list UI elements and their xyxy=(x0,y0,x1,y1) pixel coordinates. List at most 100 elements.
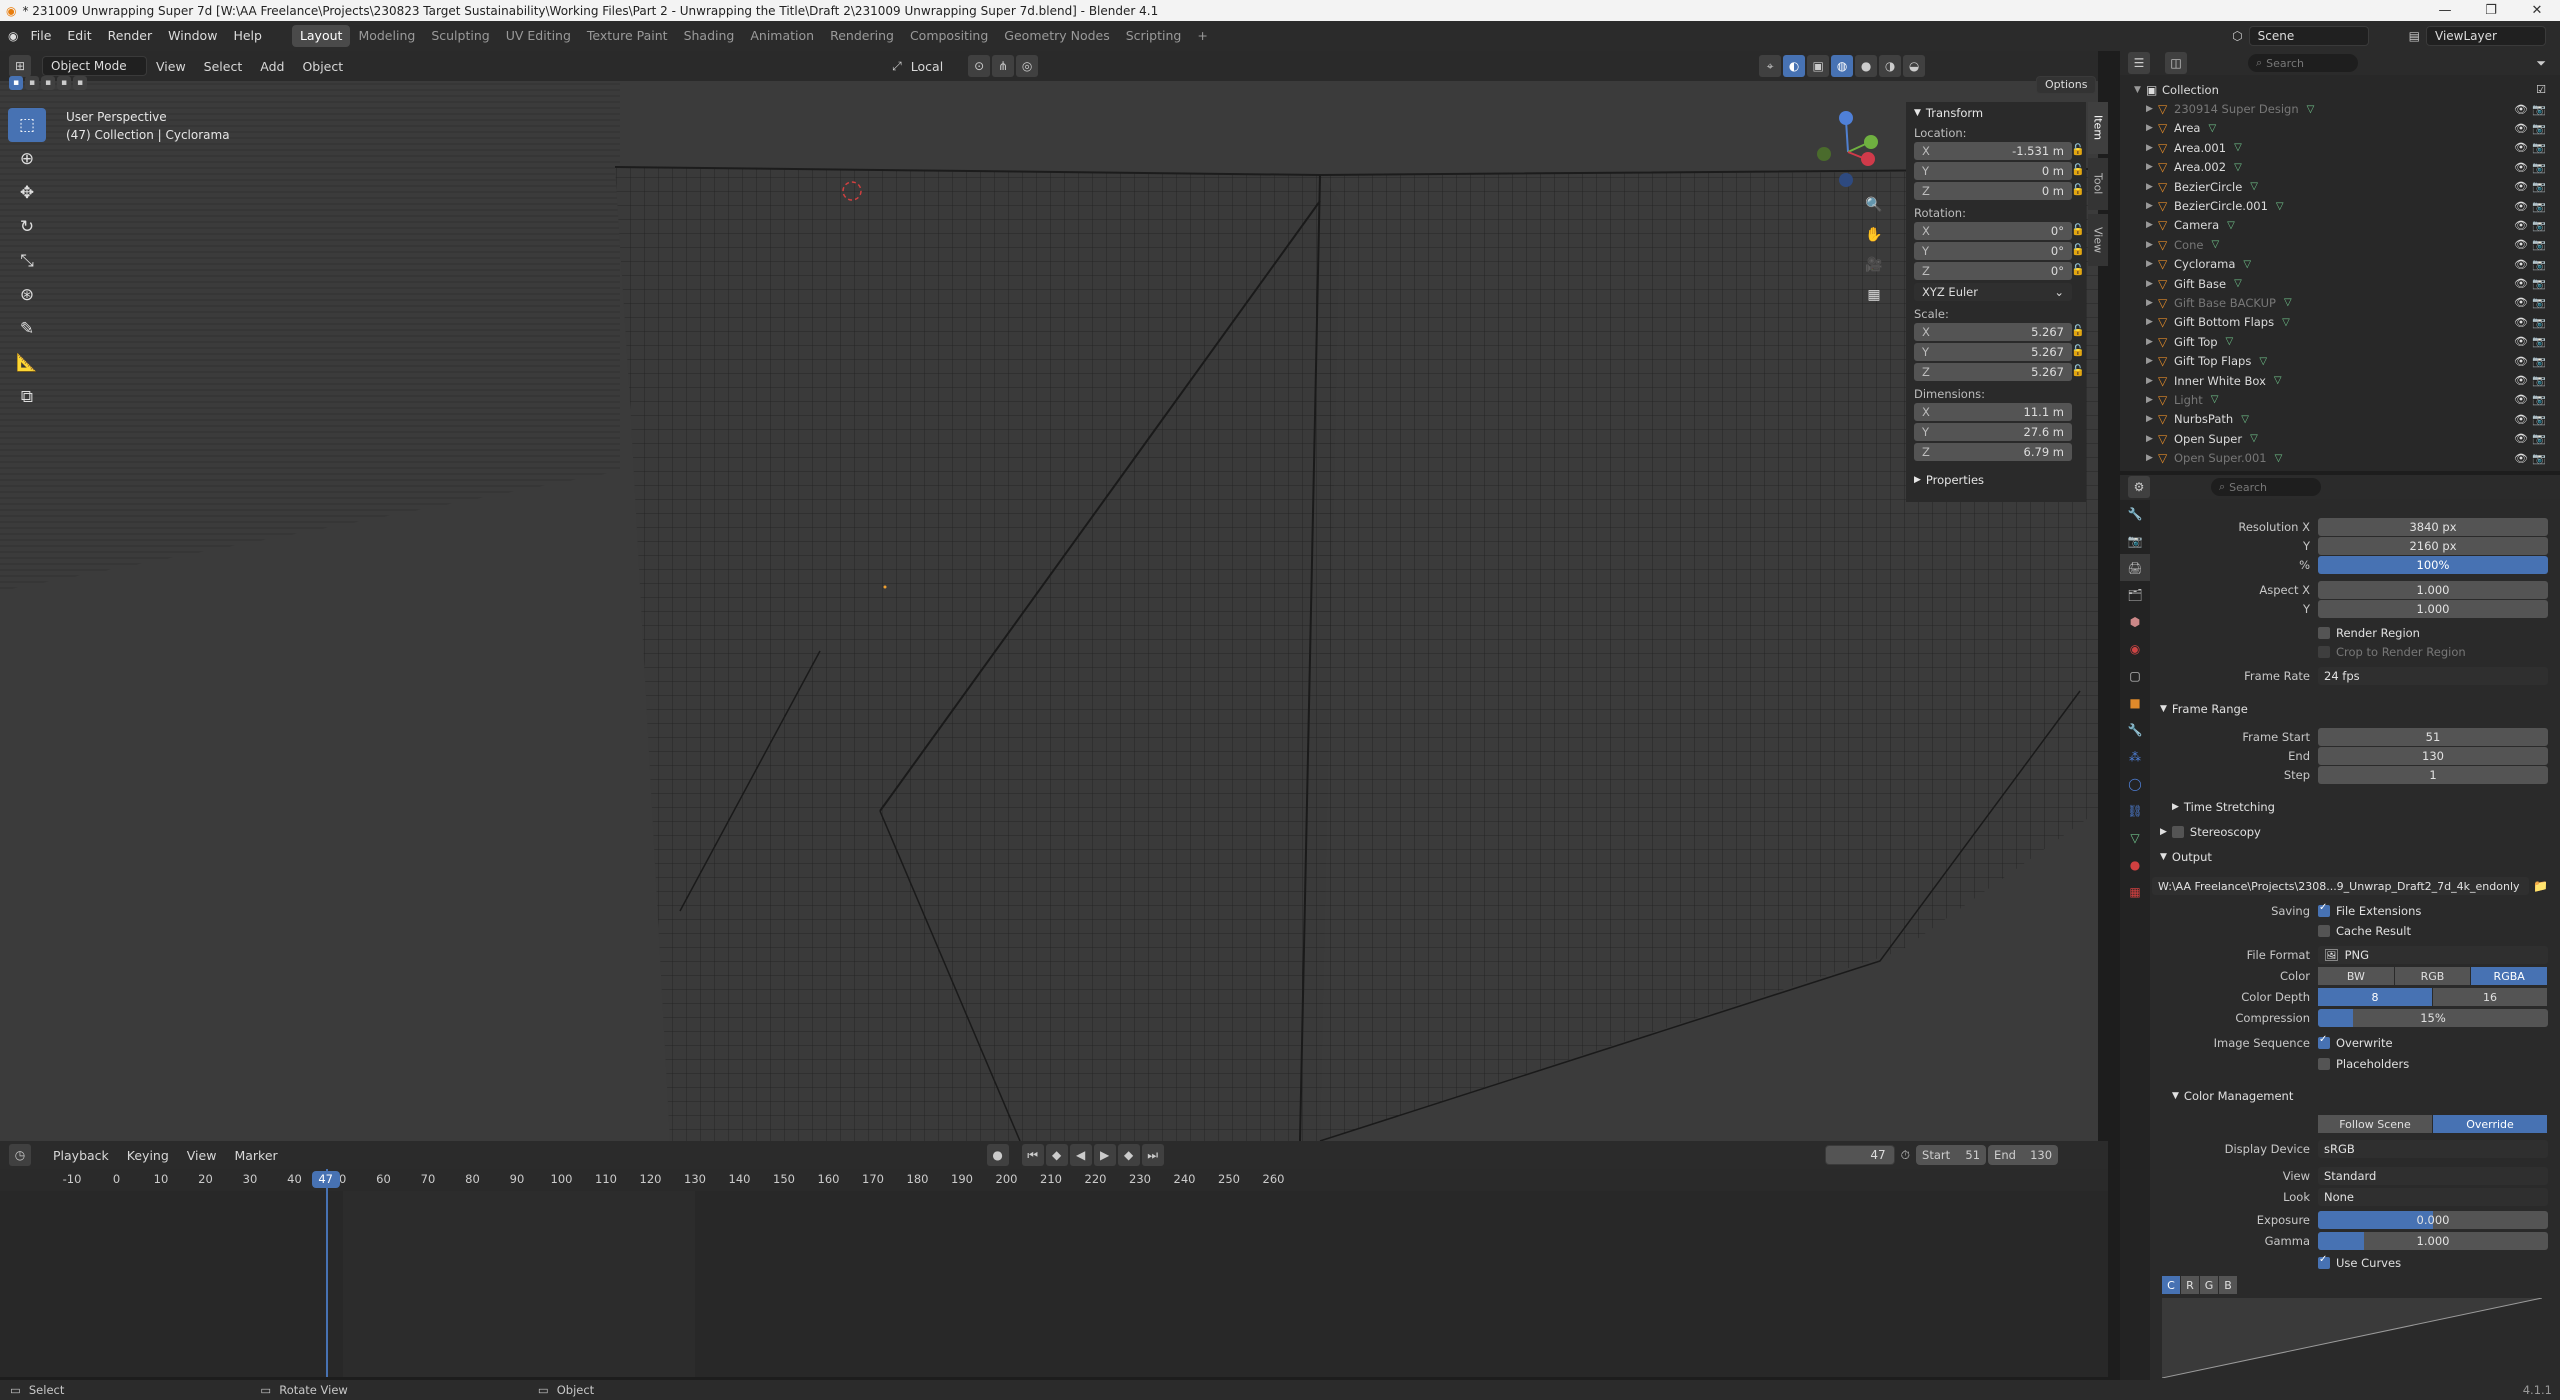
color-rgba-button[interactable]: RGBA xyxy=(2471,967,2548,985)
constraints-tab-icon[interactable]: ⛓ xyxy=(2120,797,2150,824)
measure-tool-icon[interactable]: 📐 xyxy=(8,346,46,380)
chevron-right-icon[interactable]: ▶ xyxy=(2146,259,2158,269)
menu-help[interactable]: Help xyxy=(225,25,270,47)
curve-r-button[interactable]: R xyxy=(2181,1276,2199,1294)
navigation-gizmo[interactable] xyxy=(1808,108,1892,188)
eye-icon[interactable]: 👁 xyxy=(2514,393,2528,406)
render-camera-icon[interactable]: 📷 xyxy=(2532,238,2546,251)
menu-add[interactable]: Add xyxy=(251,59,293,74)
chevron-down-icon[interactable]: ▼ xyxy=(1914,108,1921,118)
rotate-tool-icon[interactable]: ↻ xyxy=(8,210,46,244)
tab-item[interactable]: Item xyxy=(2088,102,2108,154)
time-stretching-section[interactable]: ▶ Time Stretching xyxy=(2152,797,2548,817)
overwrite-checkbox[interactable]: Overwrite xyxy=(2318,1034,2393,1050)
xray-toggle-icon[interactable]: ▣ xyxy=(1807,55,1830,77)
orientation-selector[interactable]: Local xyxy=(902,59,952,74)
eye-icon[interactable]: 👁 xyxy=(2514,296,2528,309)
chevron-right-icon[interactable]: ▶ xyxy=(2146,279,2158,289)
tab-rendering[interactable]: Rendering xyxy=(822,25,902,47)
render-camera-icon[interactable]: 📷 xyxy=(2532,355,2546,368)
render-camera-icon[interactable]: 📷 xyxy=(2532,161,2546,174)
jump-end-icon[interactable]: ⏭ xyxy=(1141,1144,1164,1166)
properties-editor-icon[interactable]: ⚙ xyxy=(2128,476,2150,498)
jump-start-icon[interactable]: ⏮ xyxy=(1021,1144,1044,1166)
lock-icon[interactable]: 🔓 xyxy=(2071,324,2085,337)
chevron-right-icon[interactable]: ▶ xyxy=(2146,143,2158,153)
outliner-item[interactable]: ▶ ▽ Cone ▽ 👁 📷 xyxy=(2146,235,2554,254)
render-camera-icon[interactable]: 📷 xyxy=(2532,258,2546,271)
outliner-search-input[interactable]: ⌕ Search xyxy=(2248,54,2358,72)
lock-icon[interactable]: 🔓 xyxy=(2071,183,2085,196)
render-camera-icon[interactable]: 📷 xyxy=(2532,219,2546,232)
tab-compositing[interactable]: Compositing xyxy=(902,25,996,47)
render-camera-icon[interactable]: 📷 xyxy=(2532,141,2546,154)
location-x-field[interactable]: X -1.531 m 🔓 xyxy=(1914,142,2085,160)
chevron-right-icon[interactable]: ▶ xyxy=(2146,220,2158,230)
aspect-y-field[interactable]: 1.000 xyxy=(2318,600,2548,618)
zoom-icon[interactable]: 🔍 xyxy=(1862,190,1886,220)
menu-file[interactable]: File xyxy=(22,25,59,47)
scene-tab-icon[interactable]: ⬢ xyxy=(2120,608,2150,635)
chevron-right-icon[interactable]: ▶ xyxy=(2146,182,2158,192)
tab-shading[interactable]: Shading xyxy=(676,25,743,47)
select-new-icon[interactable]: ▪ xyxy=(9,76,23,90)
tab-modeling[interactable]: Modeling xyxy=(350,25,423,47)
render-camera-icon[interactable]: 📷 xyxy=(2532,374,2546,387)
eye-icon[interactable]: 👁 xyxy=(2514,277,2528,290)
eye-icon[interactable]: 👁 xyxy=(2514,122,2528,135)
start-frame-field[interactable]: Start 51 xyxy=(1916,1145,1987,1165)
menu-keying[interactable]: Keying xyxy=(118,1148,178,1163)
timeline-area[interactable] xyxy=(0,1191,2108,1377)
render-camera-icon[interactable]: 📷 xyxy=(2532,277,2546,290)
modifier-tab-icon[interactable]: 🔧 xyxy=(2120,716,2150,743)
dimensions-z-field[interactable]: Z 6.79 m xyxy=(1914,443,2072,461)
physics-tab-icon[interactable]: ◯ xyxy=(2120,770,2150,797)
color-rgb-button[interactable]: RGB xyxy=(2394,967,2471,985)
render-camera-icon[interactable]: 📷 xyxy=(2532,122,2546,135)
render-camera-icon[interactable]: 📷 xyxy=(2532,452,2546,465)
collection-row[interactable]: ▼ ▣ Collection ☑ xyxy=(2134,80,2554,99)
file-format-dropdown[interactable]: 🖼 PNG xyxy=(2318,946,2548,964)
scale-x-field[interactable]: X 5.267 🔓 xyxy=(1914,323,2085,341)
scale-z-field[interactable]: Z 5.267 🔓 xyxy=(1914,363,2085,381)
chevron-right-icon[interactable]: ▶ xyxy=(2146,104,2158,114)
chevron-right-icon[interactable]: ▶ xyxy=(2146,337,2158,347)
render-camera-icon[interactable]: 📷 xyxy=(2532,316,2546,329)
render-camera-icon[interactable]: 📷 xyxy=(2532,335,2546,348)
chevron-right-icon[interactable]: ▶ xyxy=(2146,434,2158,444)
tab-scripting[interactable]: Scripting xyxy=(1118,25,1190,47)
render-camera-icon[interactable]: 📷 xyxy=(2532,200,2546,213)
rotation-z-field[interactable]: Z 0° 🔓 xyxy=(1914,262,2085,280)
3d-viewport[interactable] xyxy=(0,51,2098,1141)
lock-icon[interactable]: 🔓 xyxy=(2071,243,2085,256)
eye-icon[interactable]: 👁 xyxy=(2514,219,2528,232)
texture-tab-icon[interactable]: ▦ xyxy=(2120,878,2150,905)
frame-rate-dropdown[interactable]: 24 fps xyxy=(2318,667,2548,685)
playhead-frame-label[interactable]: 47 xyxy=(311,1171,340,1188)
select-intersect-icon[interactable]: ▪ xyxy=(73,76,87,90)
scale-y-field[interactable]: Y 5.267 🔓 xyxy=(1914,343,2085,361)
chevron-right-icon[interactable]: ▶ xyxy=(1914,475,1921,485)
play-reverse-icon[interactable]: ◀ xyxy=(1069,1144,1092,1166)
rendered-shading-icon[interactable]: ◒ xyxy=(1903,55,1926,77)
render-region-checkbox[interactable]: Render Region xyxy=(2318,626,2420,640)
dimensions-x-field[interactable]: X 11.1 m xyxy=(1914,403,2072,421)
tab-uv-editing[interactable]: UV Editing xyxy=(498,25,579,47)
render-camera-icon[interactable]: 📷 xyxy=(2532,296,2546,309)
tab-view[interactable]: View xyxy=(2088,214,2108,266)
eye-icon[interactable]: 👁 xyxy=(2514,452,2528,465)
outliner-item[interactable]: ▶ ▽ Light ▽ 👁 📷 xyxy=(2146,390,2554,409)
tab-sculpting[interactable]: Sculpting xyxy=(423,25,497,47)
outliner-item[interactable]: ▶ ▽ Area.002 ▽ 👁 📷 xyxy=(2146,158,2554,177)
pivot-icon[interactable]: ⊙ xyxy=(968,55,991,77)
view-layer-selector[interactable]: ViewLayer xyxy=(2426,26,2546,46)
lock-icon[interactable]: 🔓 xyxy=(2071,223,2085,236)
select-invert-icon[interactable]: ▪ xyxy=(57,76,71,90)
menu-render[interactable]: Render xyxy=(100,25,161,47)
stereoscopy-section[interactable]: ▶ Stereoscopy xyxy=(2152,822,2548,842)
solid-shading-icon[interactable]: ● xyxy=(1855,55,1878,77)
render-tab-icon[interactable]: 📷 xyxy=(2120,527,2150,554)
outliner-item[interactable]: ▶ ▽ Area ▽ 👁 📷 xyxy=(2146,119,2554,138)
select-extend-icon[interactable]: ▪ xyxy=(25,76,39,90)
tab-tool[interactable]: Tool xyxy=(2088,158,2108,210)
